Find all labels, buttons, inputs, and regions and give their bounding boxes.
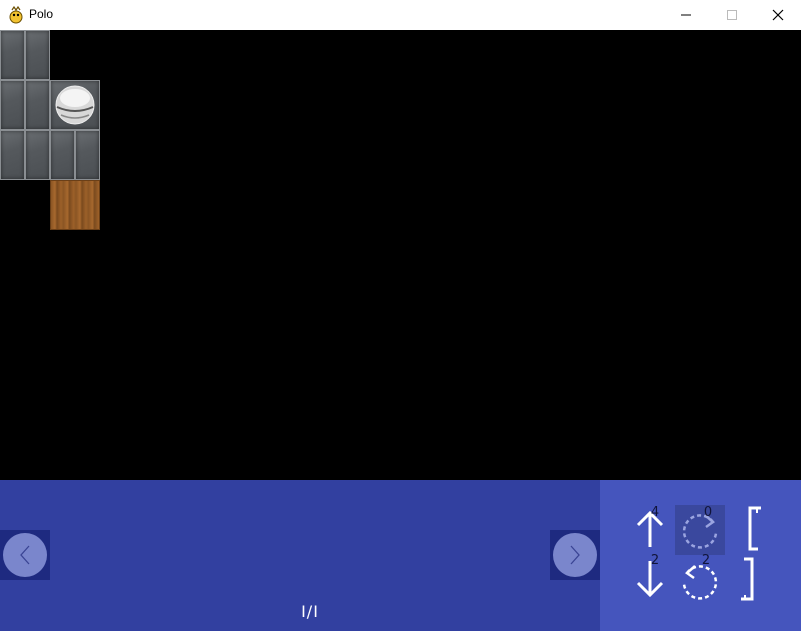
page-indicator: I/I [301,602,319,621]
piece-panel: I/I [0,480,600,631]
open-bracket-button[interactable] [725,505,775,555]
move-up-count: 4 [650,505,660,520]
stone-tile [0,30,25,80]
maximize-icon [727,10,737,20]
next-button-circle [553,533,597,577]
chevron-right-icon [570,545,580,565]
rotate-counterclockwise-count: 2 [701,553,711,568]
move-down-count: 2 [650,553,660,568]
stone-tile [25,30,50,80]
stone-tile [0,80,25,130]
close-button[interactable] [755,0,801,30]
close-icon [772,9,784,21]
minimize-button[interactable] [663,0,709,30]
prev-page-button[interactable] [0,530,50,580]
rotate-clockwise-button[interactable]: 0 [675,505,725,555]
next-page-button[interactable] [550,530,600,580]
controls-panel: 4 0 2 2 [600,480,801,631]
minimize-icon [681,14,691,16]
move-down-button[interactable]: 2 [625,553,675,605]
title-bar: Polo [0,0,801,30]
prev-button-circle [3,533,47,577]
move-up-button[interactable]: 4 [625,505,675,555]
stone-tile [25,80,50,130]
wood-tile [50,180,100,230]
stone-tile-with-ball [50,80,100,130]
rotate-counterclockwise-button[interactable]: 2 [675,553,725,605]
stone-tile [0,130,25,180]
ball-icon [55,85,95,125]
stone-tile [50,130,75,180]
window-title: Polo [29,7,54,21]
maximize-button[interactable] [709,0,755,30]
close-bracket-icon [741,557,754,601]
stone-tile [25,130,50,180]
game-board[interactable] [0,30,801,480]
chevron-left-icon [20,545,30,565]
pygame-snake-icon [8,6,24,24]
open-bracket-icon [748,506,761,551]
close-bracket-button[interactable] [725,555,775,605]
stone-tile [75,130,100,180]
